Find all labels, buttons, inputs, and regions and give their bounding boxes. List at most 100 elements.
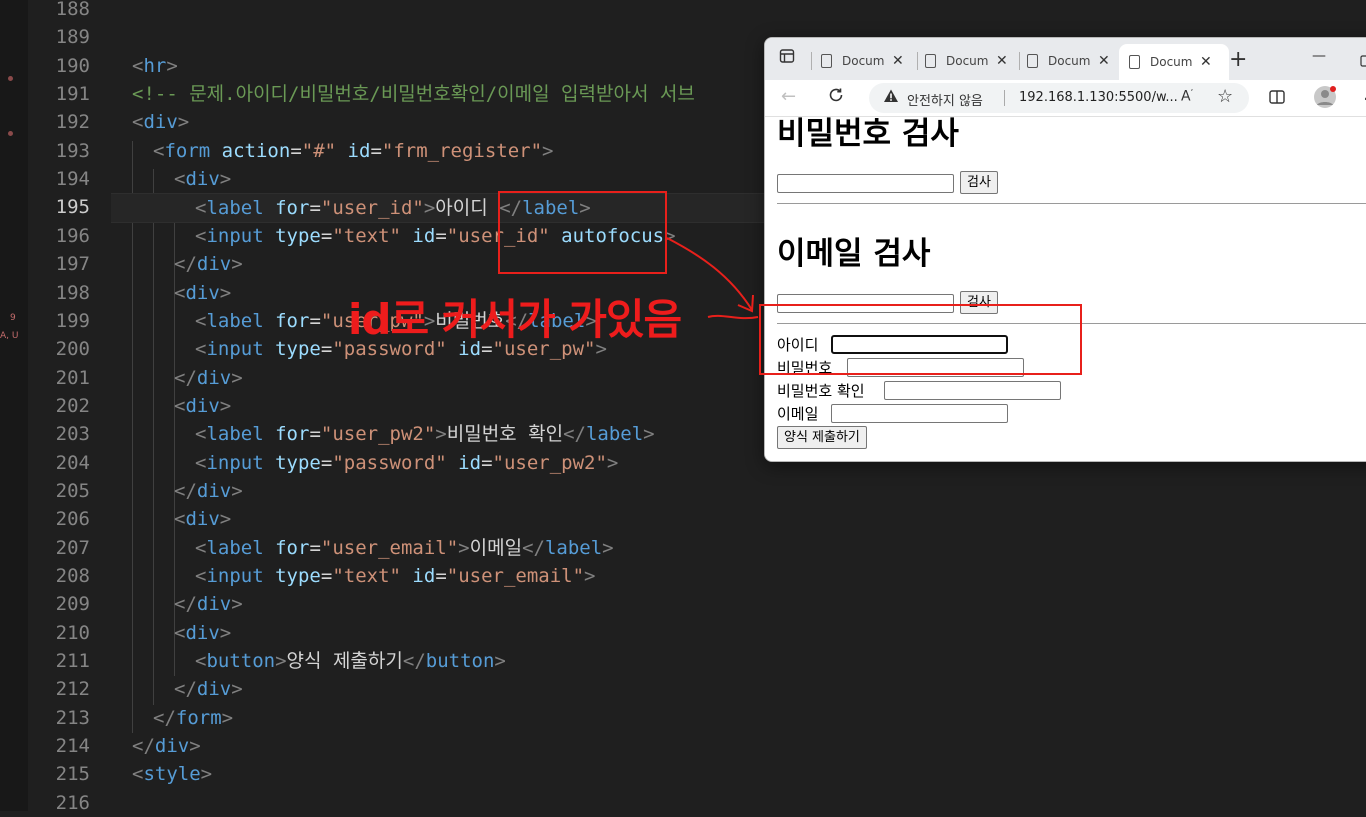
code-line[interactable]: <button>양식 제출하기</button> [111, 647, 506, 675]
line-number: 211 [55, 650, 90, 673]
browser-tab[interactable]: Docum ✕ [821, 46, 915, 76]
modified-dot [8, 131, 13, 136]
code-line[interactable]: </form> [111, 704, 233, 732]
code-line[interactable]: <div> [111, 279, 231, 307]
password-check-input[interactable] [777, 174, 954, 193]
close-tab-icon[interactable]: ✕ [1098, 53, 1110, 69]
close-tab-icon[interactable]: ✕ [892, 53, 904, 69]
code-line[interactable]: <input type="password" id="user_pw2"> [111, 449, 618, 477]
code-token: < [195, 224, 207, 247]
tab-title: Docum [946, 54, 988, 68]
code-token: > [435, 423, 447, 446]
code-line[interactable]: </div> [111, 590, 243, 618]
warning-icon[interactable] [883, 88, 899, 108]
code-token: 이메일 [469, 536, 523, 559]
security-status-text[interactable]: 안전하지 않음 [907, 90, 983, 109]
code-token: = [309, 197, 321, 220]
code-line[interactable]: <input type="text" id="user_email"> [111, 562, 596, 590]
line-number: 206 [55, 508, 90, 531]
tab-separator [811, 52, 812, 70]
code-line[interactable] [111, 0, 132, 23]
code-token: > [542, 139, 554, 162]
code-token: for [275, 197, 310, 220]
line-number: 192 [55, 111, 90, 134]
document-icon [821, 54, 832, 68]
password-check-button[interactable]: 검사 [960, 171, 998, 194]
code-token: "user_email" [320, 536, 459, 559]
code-token: div [196, 678, 232, 701]
browser-tab[interactable]: Docum ✕ [1027, 46, 1121, 76]
activity-bar: 9 A, U [0, 0, 28, 811]
code-line[interactable]: <hr> [111, 52, 178, 80]
close-tab-icon[interactable]: ✕ [1200, 54, 1212, 70]
code-line[interactable] [111, 789, 132, 817]
profile-avatar-icon[interactable] [1313, 85, 1337, 114]
code-line[interactable]: <!-- 문제.아이디/비밀번호/비밀번호확인/이메일 입력받아서 서브 [111, 80, 695, 108]
line-number: 200 [55, 338, 90, 361]
code-token: </ [132, 735, 155, 758]
code-line[interactable]: <div> [111, 108, 189, 136]
minimize-button[interactable]: — [1312, 48, 1326, 64]
url-text[interactable]: 192.168.1.130:5500/w... [1019, 90, 1178, 105]
code-token: > [166, 54, 178, 77]
code-token: = [435, 565, 447, 587]
back-arrow-icon[interactable]: ← [781, 86, 796, 107]
code-token: 양식 제출하기 [286, 650, 403, 673]
code-token: label [206, 309, 264, 332]
submit-form-button[interactable]: 양식 제출하기 [777, 426, 867, 449]
annotation-box-autofocus [498, 191, 667, 274]
code-token: id [412, 224, 436, 247]
code-token: input [206, 451, 264, 474]
code-line[interactable]: <style> [111, 760, 212, 788]
favorite-star-icon[interactable]: ☆ [1217, 86, 1233, 107]
user-pw2-input[interactable] [884, 381, 1061, 400]
code-token: > [606, 451, 619, 474]
code-token: < [195, 309, 207, 332]
annotation-box-id-field [759, 304, 1082, 375]
user-email-input[interactable] [831, 404, 1008, 423]
split-screen-icon[interactable] [1268, 88, 1286, 111]
code-line[interactable]: </div> [111, 477, 243, 505]
code-token: </ [174, 366, 197, 389]
code-token: < [174, 508, 186, 531]
line-number: 195 [55, 196, 90, 219]
code-line[interactable]: <div> [111, 165, 231, 193]
maximize-button[interactable] [1360, 51, 1366, 72]
code-token: </ [522, 536, 545, 559]
browser-tab-active[interactable]: Docum ✕ [1119, 44, 1229, 80]
code-line[interactable]: <label for="user_email">이메일</label> [111, 534, 614, 562]
new-tab-button[interactable]: + [1229, 47, 1247, 72]
page-content: 비밀번호 검사 검사 이메일 검사 검사 아이디 비밀번호 비밀번호 확인 이메… [765, 116, 1366, 461]
code-line[interactable]: <div> [111, 505, 231, 533]
code-token: > [231, 479, 243, 502]
tab-actions-icon[interactable] [779, 48, 795, 69]
browser-tab[interactable]: Docum ✕ [925, 46, 1019, 76]
code-line[interactable]: </div> [111, 732, 201, 760]
side-mark-status: A, U [0, 331, 19, 341]
code-line[interactable]: </div> [111, 675, 243, 703]
code-token: </ [174, 593, 197, 616]
code-token: div [196, 479, 232, 502]
refresh-icon[interactable] [827, 86, 845, 109]
code-token: for [275, 536, 310, 559]
code-line[interactable]: <label for="user_pw2">비밀번호 확인</label> [111, 420, 655, 448]
code-token: label [206, 536, 264, 559]
code-line[interactable]: <form action="#" id="frm_register"> [111, 137, 554, 165]
code-token: > [602, 536, 614, 559]
code-line[interactable]: <div> [111, 392, 231, 420]
code-line[interactable]: <div> [111, 619, 231, 647]
close-tab-icon[interactable]: ✕ [996, 53, 1008, 69]
code-token: div [185, 394, 220, 417]
code-line[interactable] [111, 23, 132, 51]
code-line[interactable]: </div> [111, 364, 243, 392]
read-aloud-icon[interactable]: Aʼ [1181, 88, 1193, 105]
code-token: div [143, 111, 178, 134]
code-token: = [481, 451, 493, 474]
code-line[interactable]: </div> [111, 250, 243, 278]
